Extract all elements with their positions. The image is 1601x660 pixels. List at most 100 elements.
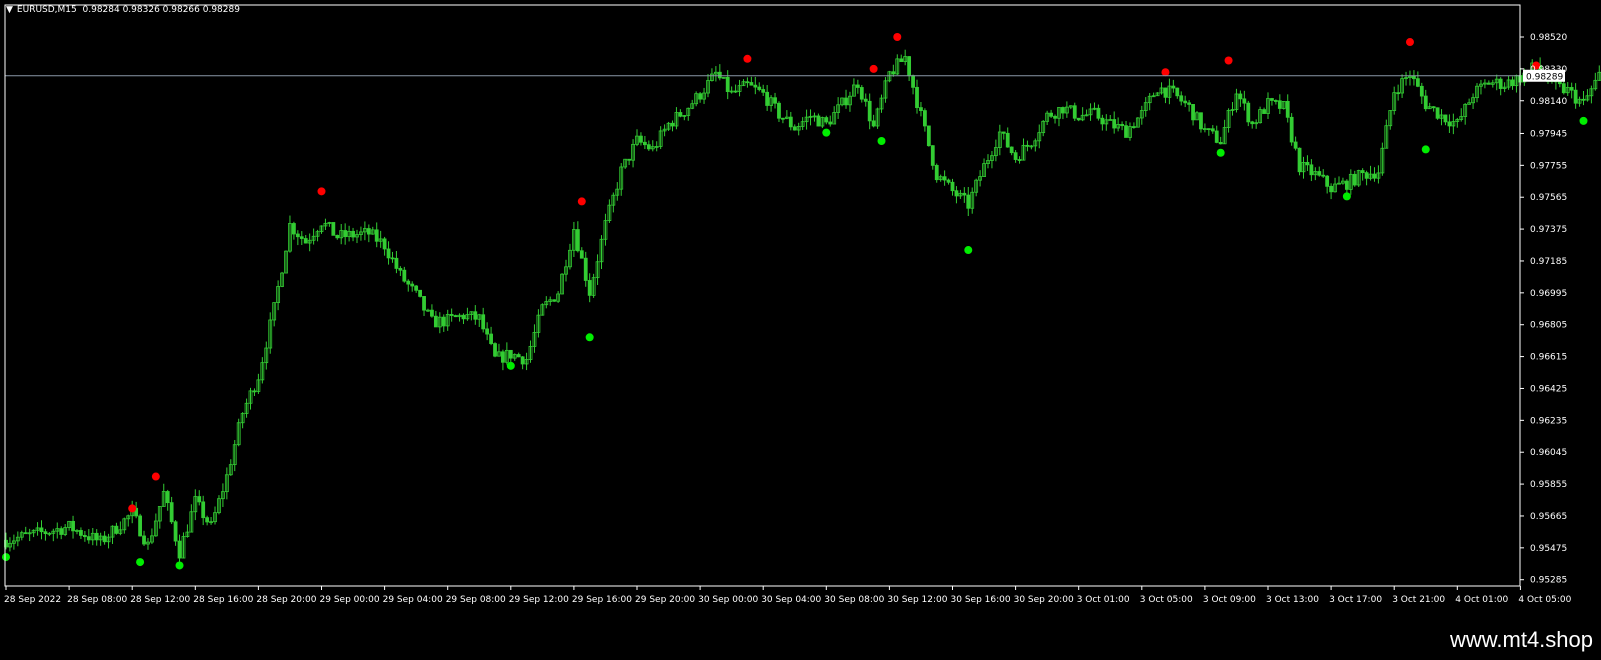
candle-body bbox=[382, 238, 387, 250]
x-tick-label: 3 Oct 09:00 bbox=[1203, 595, 1256, 605]
candle-body bbox=[1293, 141, 1298, 149]
x-tick-label: 4 Oct 01:00 bbox=[1455, 595, 1508, 605]
candle-body bbox=[410, 283, 415, 287]
candle-body bbox=[1419, 85, 1424, 97]
candle-body bbox=[552, 299, 557, 302]
candle-body bbox=[911, 75, 915, 88]
candle-body bbox=[205, 517, 210, 523]
candle-body bbox=[1309, 164, 1314, 176]
buy-signal-dot bbox=[1342, 192, 1351, 201]
candle-body bbox=[1486, 82, 1491, 85]
candle-body bbox=[946, 179, 951, 183]
candle-body bbox=[485, 328, 490, 335]
candle-body bbox=[433, 315, 438, 328]
candle-body bbox=[114, 525, 119, 534]
candle-body bbox=[792, 126, 797, 131]
x-tick-label: 30 Sep 20:00 bbox=[1014, 595, 1074, 605]
chart-frame[interactable]: 0.985200.983300.981400.979450.977550.975… bbox=[0, 0, 1601, 624]
candle-body bbox=[1049, 112, 1053, 117]
x-tick-label: 29 Sep 00:00 bbox=[320, 595, 380, 605]
candle-body bbox=[587, 280, 592, 296]
candle-body bbox=[1317, 171, 1322, 176]
candle-body bbox=[390, 257, 395, 260]
y-tick-label: 0.97565 bbox=[1530, 193, 1567, 203]
candle-body bbox=[1364, 172, 1369, 179]
candle-body bbox=[788, 116, 793, 128]
candle-body bbox=[717, 71, 722, 79]
candle-body bbox=[1013, 152, 1018, 160]
buy-signal-dot bbox=[822, 128, 831, 137]
candle-body bbox=[291, 223, 296, 235]
candle-body bbox=[1072, 105, 1077, 119]
y-tick-label: 0.96805 bbox=[1530, 321, 1567, 331]
candle-body bbox=[733, 90, 738, 93]
price-chart[interactable]: 0.985200.983300.981400.979450.977550.975… bbox=[0, 0, 1601, 624]
candle-body bbox=[1273, 100, 1278, 102]
candle-body bbox=[749, 82, 754, 86]
y-tick-label: 0.98140 bbox=[1530, 97, 1567, 107]
candle-body bbox=[1329, 185, 1333, 193]
candle-body bbox=[197, 496, 202, 503]
candle-body bbox=[698, 93, 702, 100]
candle-body bbox=[516, 354, 521, 358]
x-tick-label: 3 Oct 17:00 bbox=[1329, 595, 1382, 605]
sell-signal-dot bbox=[577, 197, 586, 206]
candle-body bbox=[816, 115, 821, 127]
candle-body bbox=[745, 81, 750, 84]
candle-body bbox=[1076, 117, 1081, 121]
candle-body bbox=[1206, 128, 1211, 131]
candle-body bbox=[1108, 119, 1113, 121]
candle-body bbox=[777, 102, 781, 119]
candle-body bbox=[1238, 93, 1243, 100]
candle-body bbox=[1001, 131, 1006, 134]
candle-body bbox=[481, 314, 486, 330]
candle-body bbox=[642, 141, 647, 146]
candle-body bbox=[71, 520, 75, 532]
x-tick-label: 29 Sep 08:00 bbox=[446, 595, 506, 605]
candle-body bbox=[1297, 147, 1302, 173]
candle-body bbox=[922, 110, 927, 127]
candle-body bbox=[441, 316, 446, 327]
y-tick-label: 0.96995 bbox=[1530, 289, 1567, 299]
buy-signal-dot bbox=[1579, 116, 1588, 125]
candle-body bbox=[1277, 100, 1282, 109]
x-tick-label: 30 Sep 16:00 bbox=[951, 595, 1011, 605]
candle-body bbox=[402, 269, 407, 282]
buy-signal-dot bbox=[175, 561, 184, 570]
candle-body bbox=[138, 515, 142, 537]
candle-body bbox=[575, 229, 580, 252]
y-tick-label: 0.97945 bbox=[1530, 129, 1567, 139]
y-tick-label: 0.97375 bbox=[1530, 225, 1567, 235]
candle-body bbox=[781, 117, 785, 120]
candle-body bbox=[863, 98, 868, 102]
x-tick-label: 28 Sep 2022 bbox=[4, 595, 61, 605]
candle-body bbox=[252, 390, 257, 393]
candle-body bbox=[1053, 115, 1057, 119]
candle-body bbox=[1569, 87, 1574, 91]
candle-body bbox=[82, 535, 87, 538]
candle-body bbox=[859, 87, 864, 100]
candle-body bbox=[1175, 87, 1180, 97]
candle-body bbox=[165, 491, 170, 504]
candle-body bbox=[1372, 173, 1377, 179]
candle-body bbox=[43, 531, 48, 535]
watermark-text: www.mt4.shop bbox=[1449, 627, 1593, 652]
candle-body bbox=[1005, 132, 1010, 148]
candle-body bbox=[303, 238, 308, 244]
candle-body bbox=[1187, 102, 1192, 105]
candle-body bbox=[855, 84, 860, 88]
candle-body bbox=[930, 145, 935, 166]
candle-body bbox=[1025, 144, 1030, 147]
candle-body bbox=[1396, 92, 1401, 95]
candle-body bbox=[398, 268, 403, 271]
triangle-down-icon[interactable]: ▼ bbox=[6, 5, 13, 15]
candle-body bbox=[1447, 121, 1452, 127]
candle-body bbox=[414, 285, 419, 291]
candle-body bbox=[867, 100, 872, 122]
candle-body bbox=[579, 250, 584, 259]
buy-signal-dot bbox=[136, 558, 145, 567]
candle-body bbox=[757, 86, 762, 90]
candle-body bbox=[79, 530, 83, 536]
axis-layer: 0.985200.983300.981400.979450.977550.975… bbox=[4, 4, 1572, 605]
candle-body bbox=[761, 89, 766, 93]
